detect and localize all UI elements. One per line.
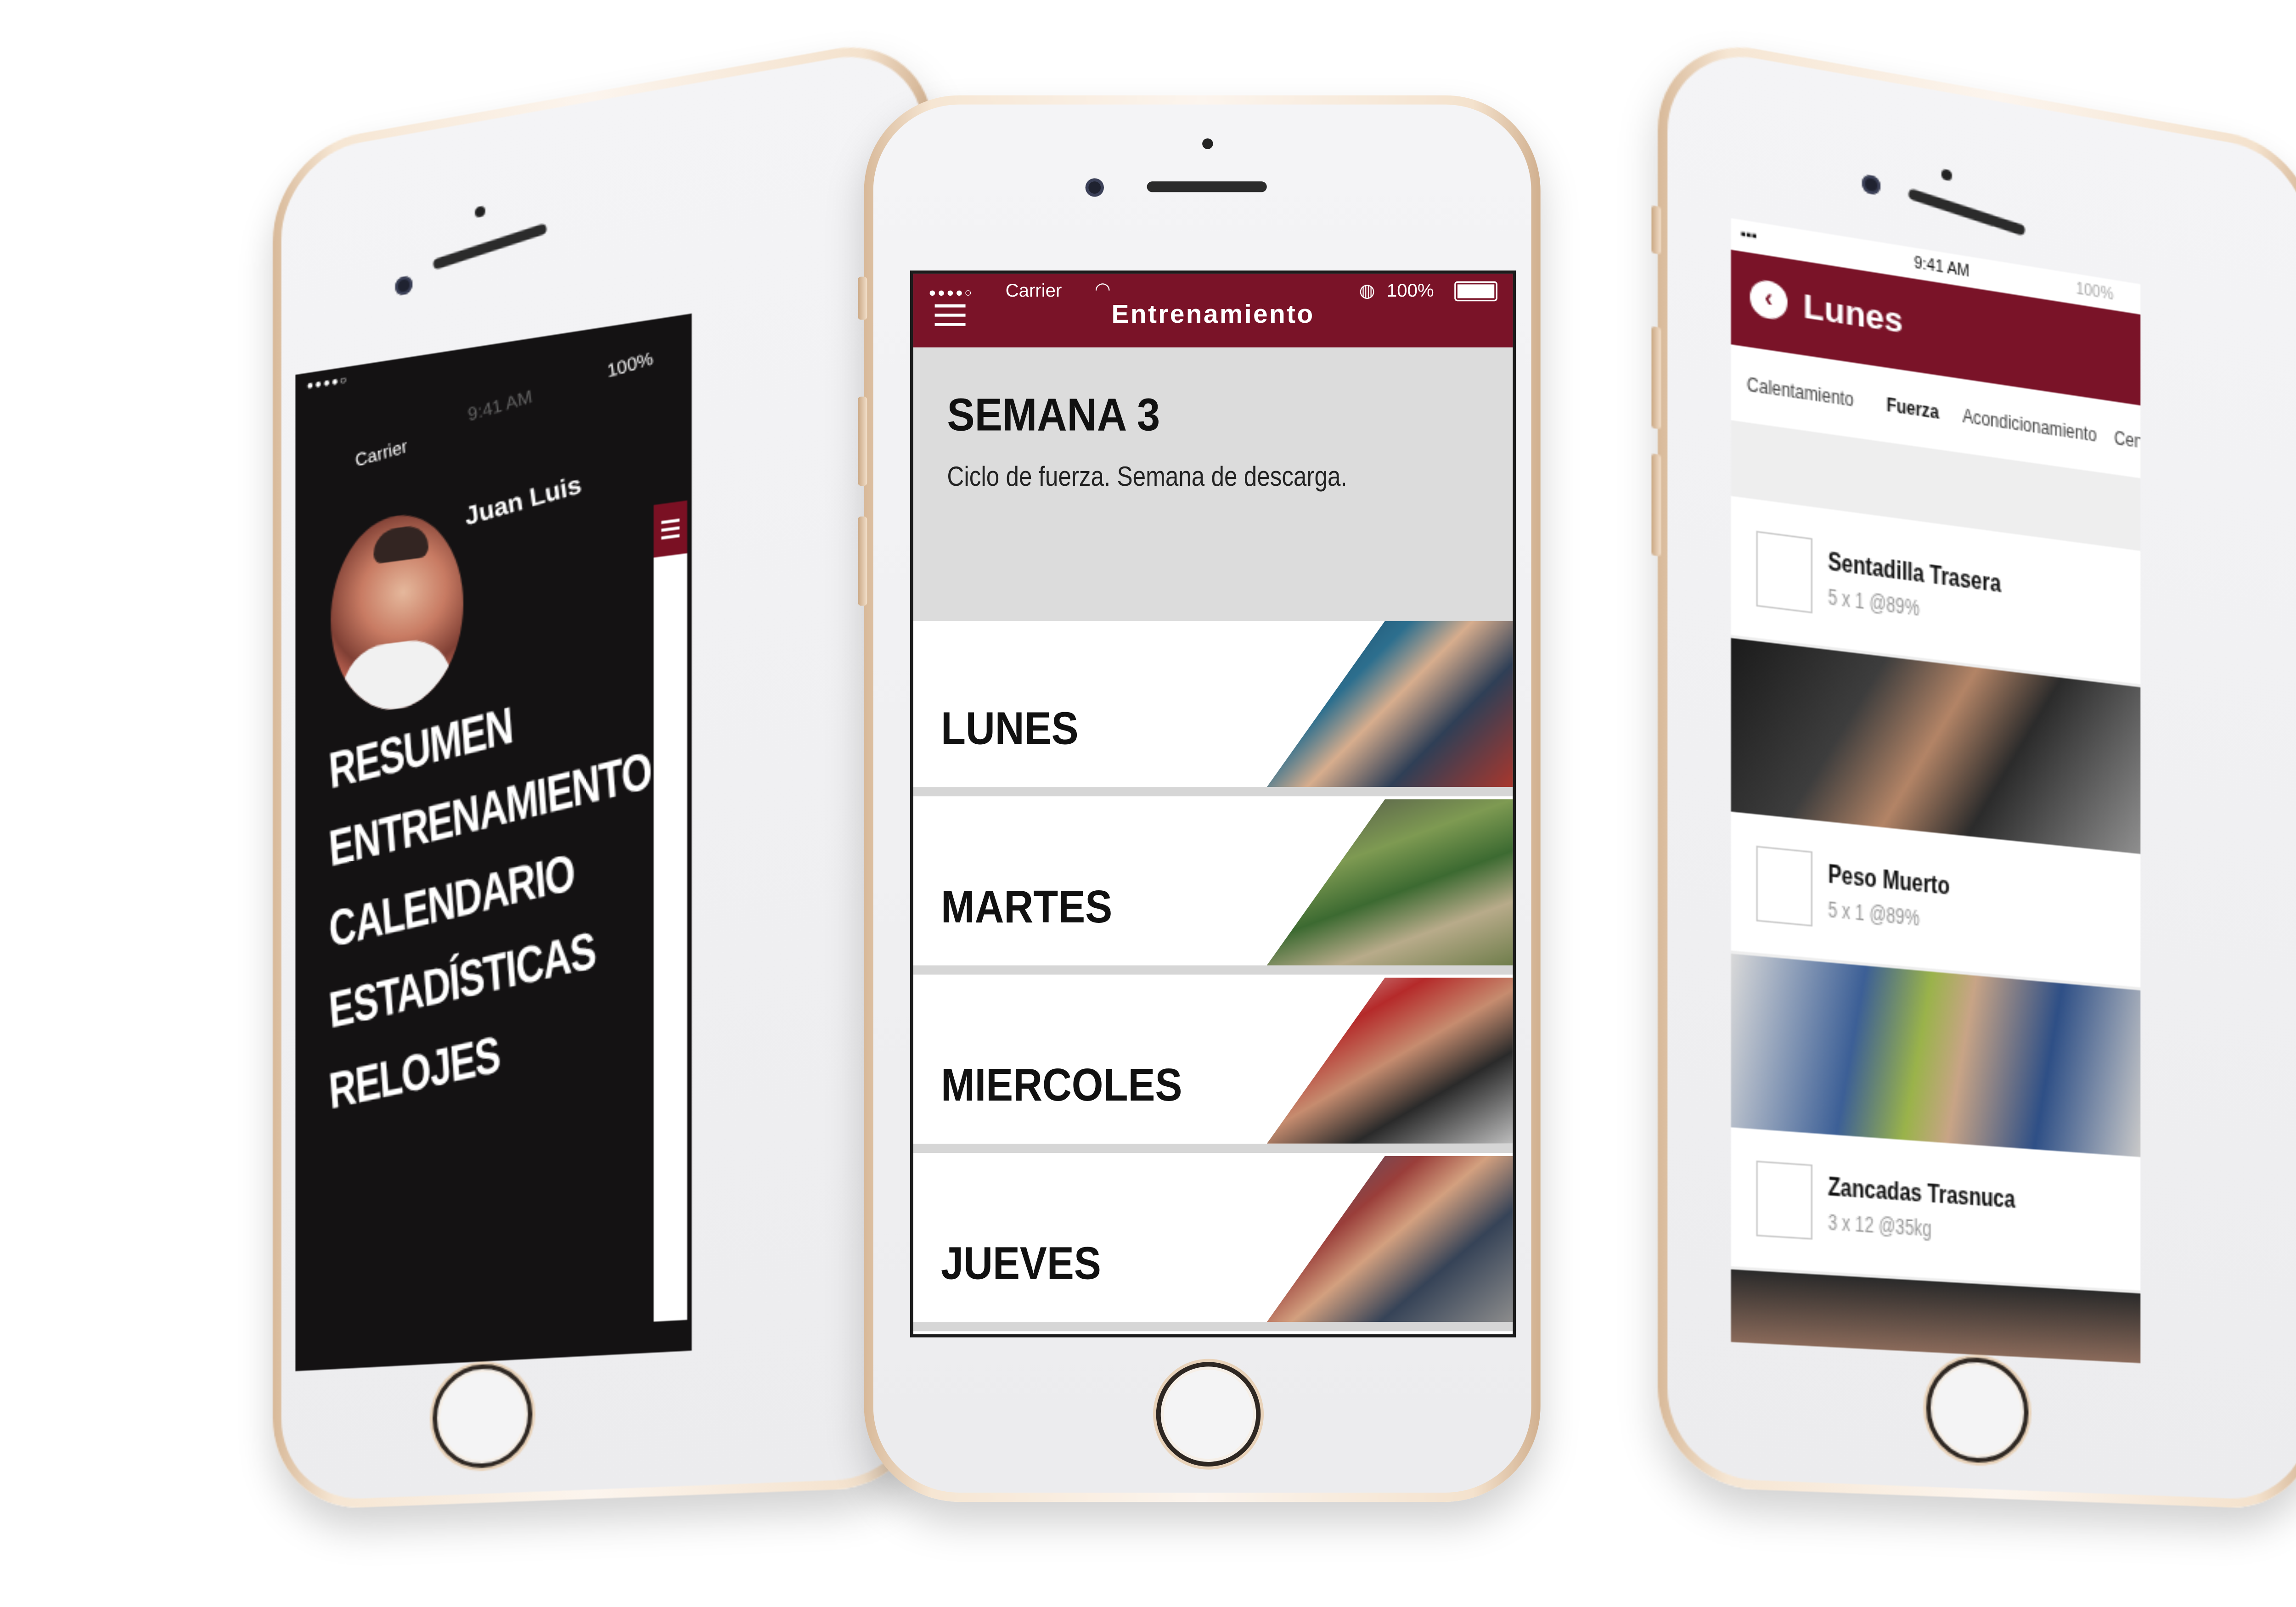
home-button[interactable]	[433, 1362, 533, 1470]
tab-cen[interactable]: Cen	[2114, 426, 2140, 453]
earpiece-speaker	[1908, 188, 2026, 236]
day-screen: ▪▪▪ 9:41 AM 100% ‹ Lunes Calentamiento F…	[1731, 218, 2141, 1363]
mute-switch	[858, 276, 867, 320]
nav-bar: ●●●●○ Carrier ◠ ◍ 100% Entrenamiento	[913, 273, 1513, 348]
phone-menu: ●●●●○ Carrier 9:41 AM 100% Juan Luis RES…	[273, 31, 936, 1511]
signal-icon: ●●●●○	[306, 372, 349, 393]
volume-up-button	[858, 396, 867, 486]
lock-rotation-icon: ◍	[1359, 280, 1375, 302]
day-card-lunes[interactable]: LUNES	[913, 621, 1513, 797]
day-card-miercoles[interactable]: MIERCOLES	[913, 978, 1513, 1153]
tab-fuerza[interactable]: Fuerza	[1886, 393, 1939, 423]
signal-icon: ●●●●○	[929, 286, 974, 300]
mute-switch	[1651, 205, 1661, 255]
volume-down-button	[1651, 453, 1661, 556]
earpiece-speaker	[433, 223, 547, 270]
carrier-label: Carrier	[1005, 280, 1062, 302]
week-screen: ●●●●○ Carrier ◠ ◍ 100% Entrenamiento SEM…	[910, 270, 1516, 1337]
tab-calentamiento[interactable]: Calentamiento	[1747, 372, 1854, 411]
exercise-checkbox[interactable]	[1756, 845, 1812, 927]
status-time: 9:41 AM	[466, 386, 534, 426]
day-label: MIERCOLES	[940, 1061, 1182, 1112]
front-camera	[1085, 178, 1104, 197]
earpiece-speaker	[1147, 181, 1267, 192]
exercise-photo	[1731, 954, 2141, 1157]
front-camera	[1862, 174, 1880, 196]
stage: ●●●●○ Carrier 9:41 AM 100% Juan Luis RES…	[0, 0, 2296, 1607]
battery-icon	[1454, 281, 1497, 302]
sensor	[1941, 169, 1952, 181]
phone-day: ▪▪▪ 9:41 AM 100% ‹ Lunes Calentamiento F…	[1651, 31, 2296, 1511]
carrier-label: Carrier	[354, 435, 409, 472]
volume-up-button	[1651, 326, 1661, 430]
signal-icon: ▪▪▪	[1740, 226, 1757, 246]
wifi-icon: ◠	[1094, 278, 1111, 300]
day-card-jueves[interactable]: JUEVES	[913, 1156, 1513, 1332]
home-button[interactable]	[1156, 1362, 1261, 1467]
day-photo	[1266, 799, 1513, 966]
day-card-martes[interactable]: MARTES	[913, 799, 1513, 975]
volume-down-button	[858, 516, 867, 606]
back-chevron-icon[interactable]: ‹	[1750, 278, 1788, 322]
tab-acondicionamiento[interactable]: Acondicionamiento	[1963, 404, 2097, 446]
profile-name: Juan Luis	[463, 470, 584, 531]
day-label: MARTES	[940, 882, 1113, 933]
exercise-detail: 5 x 1 @89%	[1828, 897, 1920, 931]
week-subtitle: Ciclo de fuerza. Semana de descarga.	[947, 461, 1347, 492]
menu-icon[interactable]	[653, 500, 687, 558]
exercise-detail: 3 x 12 @35kg	[1828, 1209, 1932, 1241]
day-photo	[1266, 621, 1513, 787]
phone-face: ●●●●○ Carrier ◠ ◍ 100% Entrenamiento SEM…	[873, 104, 1531, 1493]
exercise-detail: 5 x 1 @89%	[1828, 584, 1920, 621]
day-photo	[1266, 978, 1513, 1144]
day-photo	[1266, 1156, 1513, 1322]
status-bar: ●●●●○ Carrier 9:41 AM 100%	[295, 314, 692, 471]
day-label: LUNES	[940, 704, 1079, 755]
week-title: SEMANA 3	[947, 390, 1160, 441]
page-title: Entrenamiento	[1111, 299, 1315, 329]
week-header: SEMANA 3 Ciclo de fuerza. Semana de desc…	[913, 347, 1513, 621]
sensor	[1202, 138, 1213, 149]
phone-face: ●●●●○ Carrier 9:41 AM 100% Juan Luis RES…	[281, 43, 923, 1502]
menu-screen: ●●●●○ Carrier 9:41 AM 100% Juan Luis RES…	[295, 313, 692, 1371]
exercise-name: Peso Muerto	[1828, 859, 1950, 901]
content-panel-edge[interactable]	[653, 500, 687, 1322]
exercise-name: Zancadas Trasnuca	[1828, 1172, 2015, 1214]
exercise-checkbox[interactable]	[1756, 1160, 1812, 1240]
front-camera	[395, 275, 413, 296]
day-label: JUEVES	[940, 1239, 1101, 1290]
battery-percent: 100%	[1386, 280, 1434, 302]
exercise-checkbox[interactable]	[1756, 531, 1812, 613]
avatar[interactable]	[331, 506, 463, 717]
battery-percent: 100%	[2076, 281, 2114, 304]
phone-face: ▪▪▪ 9:41 AM 100% ‹ Lunes Calentamiento F…	[1667, 43, 2296, 1502]
sensor	[475, 205, 485, 218]
home-button[interactable]	[1926, 1355, 2029, 1465]
page-title: Lunes	[1803, 286, 1903, 341]
menu-item-relojes[interactable]: RELOJES	[327, 1026, 501, 1122]
phone-week: ●●●●○ Carrier ◠ ◍ 100% Entrenamiento SEM…	[858, 95, 1541, 1502]
battery-percent: 100%	[605, 347, 655, 382]
status-time: 9:41 AM	[1914, 255, 1970, 281]
